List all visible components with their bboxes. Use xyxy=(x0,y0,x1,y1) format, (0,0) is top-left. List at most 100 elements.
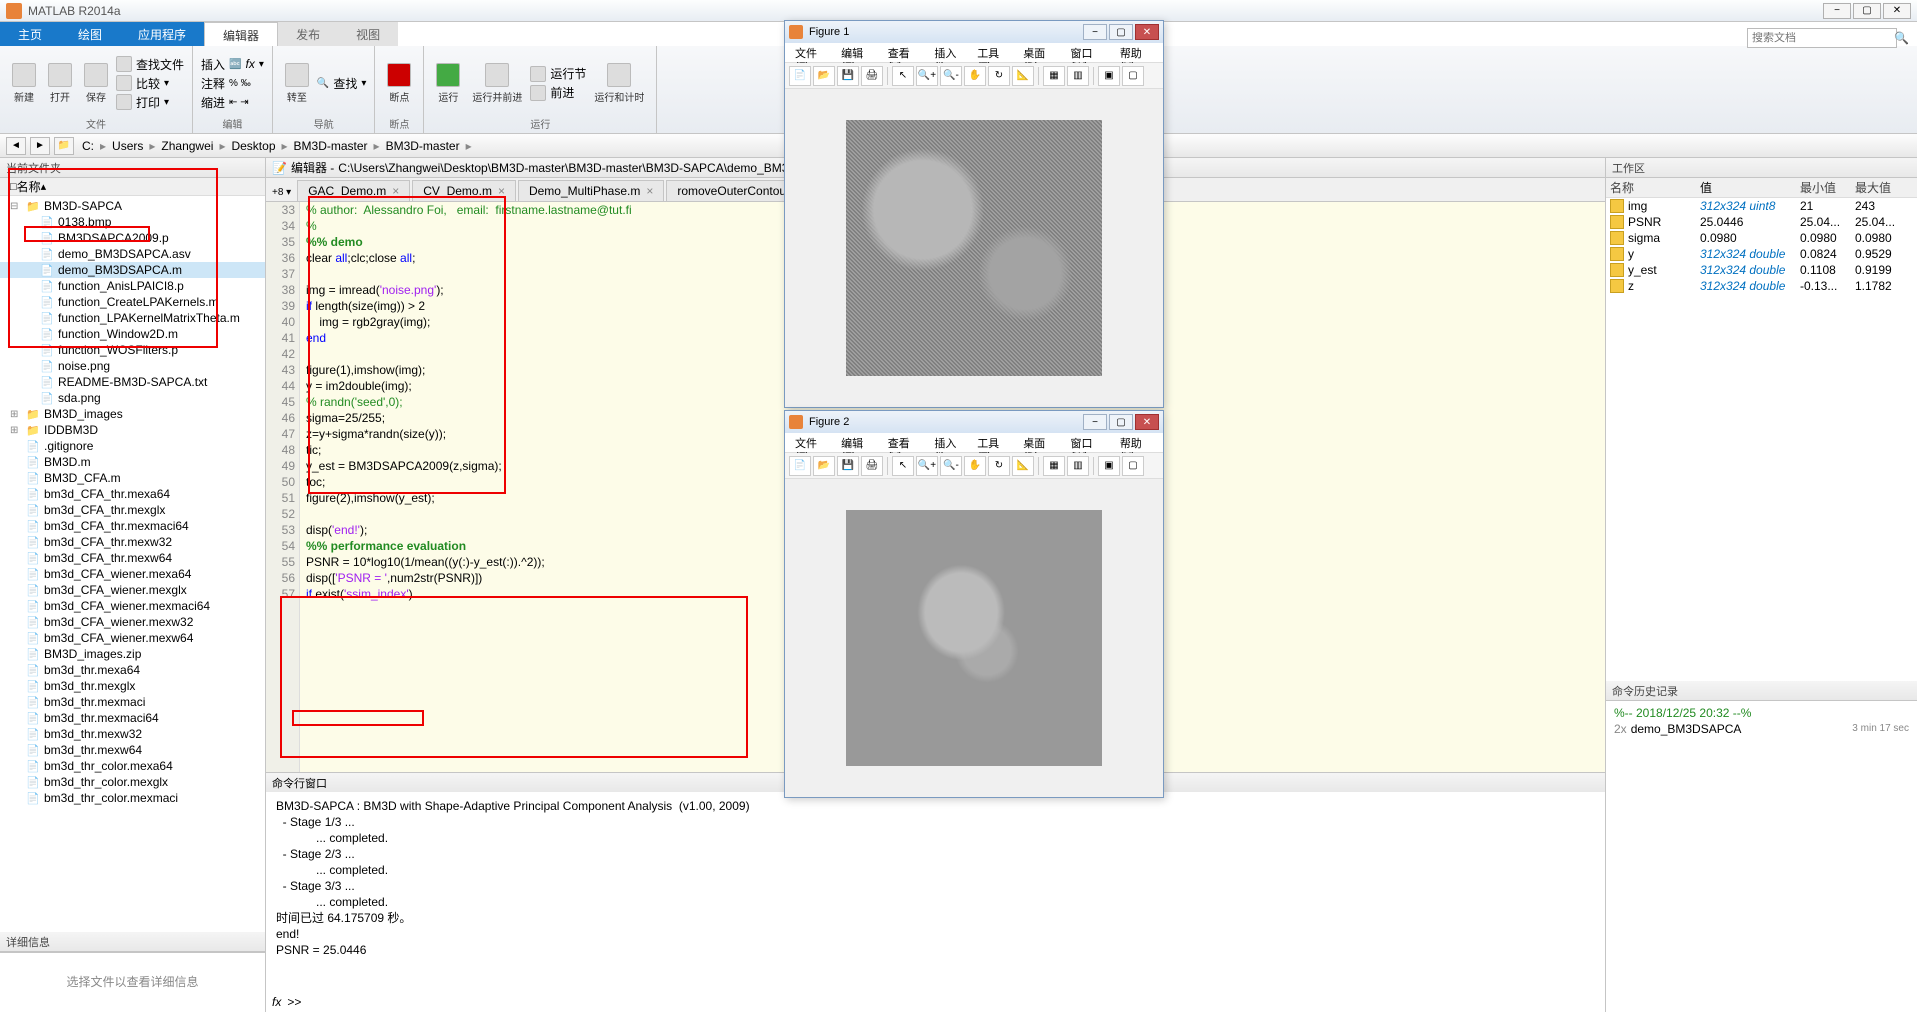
figure-menu-item[interactable]: 窗口(W) xyxy=(1064,43,1111,62)
tree-item[interactable]: demo_BM3DSAPCA.asv xyxy=(0,246,265,262)
figure-menu-item[interactable]: 工具(T) xyxy=(971,433,1015,452)
goto-button[interactable]: 转至 xyxy=(281,61,313,106)
tab-plots[interactable]: 绘图 xyxy=(60,22,120,46)
back-button[interactable]: ◄ xyxy=(6,137,26,155)
history-body[interactable]: %-- 2018/12/25 20:32 --% 2xdemo_BM3DSAPC… xyxy=(1606,701,1917,1012)
figure-2-window[interactable]: Figure 2 − ▢ ✕ 文件(F)编辑(E)查看(V)插入(I)工具(T)… xyxy=(784,410,1164,798)
figure-tool-button[interactable]: 📐 xyxy=(1012,456,1034,476)
figure-tool-button[interactable]: ▢ xyxy=(1122,456,1144,476)
tab-editor[interactable]: 编辑器 xyxy=(204,22,278,46)
tree-item[interactable]: BM3D_CFA.m xyxy=(0,470,265,486)
insert-button[interactable]: 插入 🔤 fx ▾ xyxy=(201,56,264,73)
history-entry[interactable]: 2xdemo_BM3DSAPCA3 min 17 sec xyxy=(1614,721,1909,737)
run-section-button[interactable]: 运行节 xyxy=(530,65,586,82)
workspace-columns[interactable]: 名称 值 最小值 最大值 xyxy=(1606,178,1917,198)
tree-item[interactable]: BM3D_images.zip xyxy=(0,646,265,662)
doc-search[interactable]: 🔍 xyxy=(1747,28,1897,48)
figure-menu-item[interactable]: 工具(T) xyxy=(971,43,1015,62)
figure-tool-button[interactable]: ▢ xyxy=(1122,66,1144,86)
advance-button[interactable]: 前进 xyxy=(530,84,586,101)
breadcrumb-seg[interactable]: Desktop xyxy=(227,137,279,155)
expand-icon[interactable]: ⊞ xyxy=(10,425,22,436)
figure-tool-button[interactable]: ↻ xyxy=(988,66,1010,86)
tree-item[interactable]: BM3DSAPCA2009.p xyxy=(0,230,265,246)
tree-item[interactable]: bm3d_thr.mexglx xyxy=(0,678,265,694)
fig2-max-button[interactable]: ▢ xyxy=(1109,414,1133,430)
figure-tool-button[interactable]: ↻ xyxy=(988,456,1010,476)
close-icon[interactable]: × xyxy=(392,184,399,198)
figure-tool-button[interactable]: ▦ xyxy=(1043,456,1065,476)
fig1-close-button[interactable]: ✕ xyxy=(1135,24,1159,40)
figure-tool-button[interactable]: ↖ xyxy=(892,456,914,476)
figure-tool-button[interactable]: ▣ xyxy=(1098,456,1120,476)
tree-item[interactable]: bm3d_thr.mexw64 xyxy=(0,742,265,758)
figure-1-window[interactable]: Figure 1 − ▢ ✕ 文件(F)编辑(E)查看(V)插入(I)工具(T)… xyxy=(784,20,1164,408)
fig2-close-button[interactable]: ✕ xyxy=(1135,414,1159,430)
tree-item[interactable]: .gitignore xyxy=(0,438,265,454)
figure-tool-button[interactable]: ▥ xyxy=(1067,66,1089,86)
breakpoints-button[interactable]: 断点 xyxy=(383,61,415,106)
tree-item[interactable]: ⊞BM3D_images xyxy=(0,406,265,422)
editor-tab[interactable]: GAC_Demo.m× xyxy=(297,180,410,201)
tree-item[interactable]: ⊞IDDBM3D xyxy=(0,422,265,438)
figure-menu-item[interactable]: 编辑(E) xyxy=(835,433,880,452)
workspace-var[interactable]: z312x324 double-0.13...1.1782 xyxy=(1606,278,1917,294)
command-window[interactable]: BM3D-SAPCA : BM3D with Shape-Adaptive Pr… xyxy=(266,792,1605,992)
breadcrumb-seg[interactable]: BM3D-master xyxy=(290,137,372,155)
tree-item[interactable]: bm3d_thr_color.mexmaci xyxy=(0,790,265,806)
fwd-button[interactable]: ► xyxy=(30,137,50,155)
figure-tool-button[interactable]: 📄 xyxy=(789,456,811,476)
tree-item[interactable]: bm3d_thr.mexw32 xyxy=(0,726,265,742)
tree-item[interactable]: bm3d_CFA_wiener.mexglx xyxy=(0,582,265,598)
tree-item[interactable]: function_AnisLPAICI8.p xyxy=(0,278,265,294)
minimize-button[interactable]: − xyxy=(1823,3,1851,19)
tree-item[interactable]: function_WOSFilters.p xyxy=(0,342,265,358)
run-time-button[interactable]: 运行和计时 xyxy=(590,61,648,106)
run-button[interactable]: 运行 xyxy=(432,61,464,106)
figure-tool-button[interactable]: ▦ xyxy=(1043,66,1065,86)
workspace-var[interactable]: img312x324 uint821243 xyxy=(1606,198,1917,214)
tree-item[interactable]: bm3d_thr.mexmaci64 xyxy=(0,710,265,726)
workspace-var[interactable]: y_est312x324 double0.11080.9199 xyxy=(1606,262,1917,278)
expand-icon[interactable]: ⊟ xyxy=(10,201,22,212)
tree-item[interactable]: bm3d_CFA_wiener.mexw32 xyxy=(0,614,265,630)
tree-item[interactable]: ⊟BM3D-SAPCA xyxy=(0,198,265,214)
figure-tool-button[interactable]: 🖨 xyxy=(861,456,883,476)
fig2-min-button[interactable]: − xyxy=(1083,414,1107,430)
figure-menu-item[interactable]: 帮助(H) xyxy=(1114,433,1159,452)
tab-view[interactable]: 视图 xyxy=(338,22,398,46)
tree-item[interactable]: bm3d_thr.mexmaci xyxy=(0,694,265,710)
workspace-var[interactable]: PSNR25.044625.04...25.04... xyxy=(1606,214,1917,230)
tree-item[interactable]: bm3d_CFA_wiener.mexw64 xyxy=(0,630,265,646)
tree-item[interactable]: 0138.bmp xyxy=(0,214,265,230)
tree-item[interactable]: bm3d_CFA_wiener.mexmaci64 xyxy=(0,598,265,614)
close-button[interactable]: ✕ xyxy=(1883,3,1911,19)
breadcrumb-seg[interactable]: Zhangwei xyxy=(157,137,217,155)
name-column-header[interactable]: □ 名称 ▴ xyxy=(0,178,265,196)
tree-item[interactable]: bm3d_CFA_thr.mexw32 xyxy=(0,534,265,550)
figure-tool-button[interactable]: 💾 xyxy=(837,66,859,86)
tab-publish[interactable]: 发布 xyxy=(278,22,338,46)
tree-item[interactable]: bm3d_thr.mexa64 xyxy=(0,662,265,678)
tree-item[interactable]: bm3d_thr_color.mexglx xyxy=(0,774,265,790)
breadcrumb-seg[interactable]: C: xyxy=(78,137,98,155)
tree-item[interactable]: bm3d_CFA_wiener.mexa64 xyxy=(0,566,265,582)
tree-item[interactable]: bm3d_CFA_thr.mexglx xyxy=(0,502,265,518)
figure-menu-item[interactable]: 帮助(H) xyxy=(1114,43,1159,62)
tree-item[interactable]: noise.png xyxy=(0,358,265,374)
figure-menu-item[interactable]: 插入(I) xyxy=(928,43,969,62)
figure-tool-button[interactable]: 📄 xyxy=(789,66,811,86)
figure-tool-button[interactable]: ▥ xyxy=(1067,456,1089,476)
tree-item[interactable]: demo_BM3DSAPCA.m xyxy=(0,262,265,278)
figure-menu-item[interactable]: 桌面(D) xyxy=(1017,43,1062,62)
close-icon[interactable]: × xyxy=(646,184,653,198)
expand-icon[interactable]: ⊞ xyxy=(10,409,22,420)
figure-1-titlebar[interactable]: Figure 1 − ▢ ✕ xyxy=(785,21,1163,43)
figure-tool-button[interactable]: 📐 xyxy=(1012,66,1034,86)
figure-tool-button[interactable]: ✋ xyxy=(964,456,986,476)
figure-tool-button[interactable]: ✋ xyxy=(964,66,986,86)
up-button[interactable]: 📁 xyxy=(54,137,74,155)
compare-button[interactable]: 比较 ▾ xyxy=(116,75,184,92)
tree-item[interactable]: function_LPAKernelMatrixTheta.m xyxy=(0,310,265,326)
tree-item[interactable]: bm3d_thr_color.mexa64 xyxy=(0,758,265,774)
